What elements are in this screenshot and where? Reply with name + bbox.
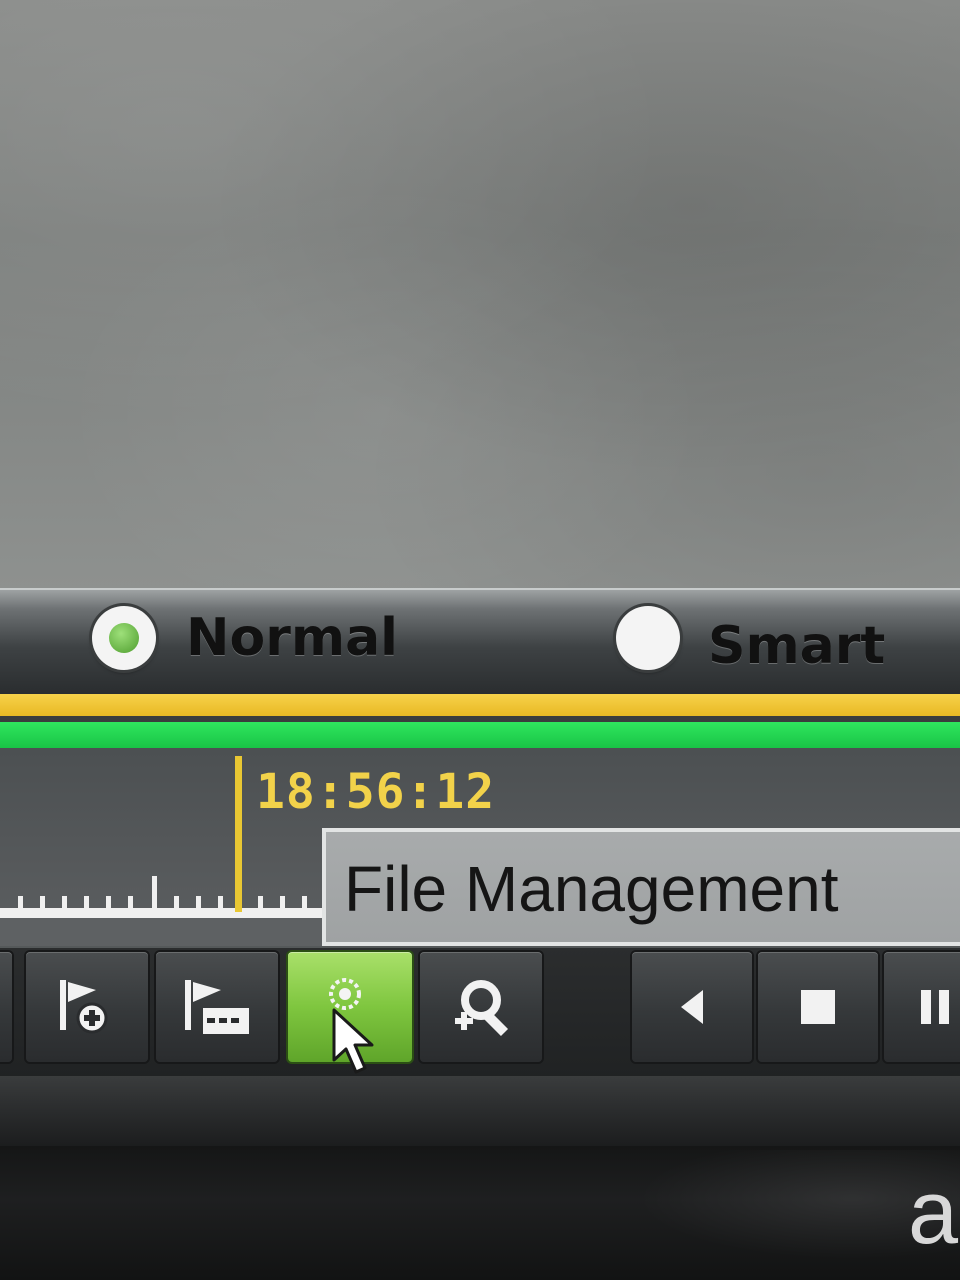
- timeline-base: [0, 918, 330, 948]
- dvr-playback-screen: Normal Smart 18:56:12 File Management a: [0, 0, 960, 1280]
- reverse-play-icon: [681, 990, 703, 1024]
- ruler-tick: [258, 896, 263, 910]
- playhead-line[interactable]: [235, 756, 242, 912]
- ruler-tick: [218, 896, 223, 910]
- pause-icon: [921, 990, 949, 1024]
- bezel-glare: [600, 1150, 960, 1270]
- ruler-tick: [62, 896, 67, 910]
- monitor-bezel-edge: [0, 1076, 960, 1146]
- reverse-play-button[interactable]: [632, 952, 752, 1062]
- ruler-tick: [18, 896, 23, 910]
- monitor-brand-logo: a: [908, 1163, 959, 1263]
- smart-mode-radio[interactable]: [616, 606, 680, 670]
- tooltip-text: File Management: [344, 853, 839, 925]
- stop-icon: [801, 990, 835, 1024]
- tooltip: File Management: [322, 828, 960, 946]
- recording-bar-yellow[interactable]: [0, 694, 960, 716]
- ruler-tick: [302, 896, 307, 910]
- radio-selected-dot: [109, 623, 139, 653]
- partial-toolbar-button[interactable]: [0, 952, 12, 1062]
- normal-mode-label[interactable]: Normal: [186, 608, 398, 668]
- mouse-pointer-icon: [332, 1008, 374, 1074]
- stop-button[interactable]: [758, 952, 878, 1062]
- ruler-tick: [196, 896, 201, 910]
- pause-button[interactable]: [884, 952, 960, 1062]
- ruler-tick: [84, 896, 89, 910]
- add-tag-button[interactable]: [26, 952, 148, 1062]
- ruler-tick-major: [152, 876, 157, 910]
- smart-mode-label[interactable]: Smart: [708, 616, 885, 676]
- zoom-in-button[interactable]: [420, 952, 542, 1062]
- ruler-tick: [40, 896, 45, 910]
- ruler-tick: [106, 896, 111, 910]
- ruler-tick: [128, 896, 133, 910]
- add-tag-icon: [60, 980, 108, 1034]
- playhead-time-label: 18:56:12: [256, 764, 496, 820]
- ruler-tick: [174, 896, 179, 910]
- tag-list-icon: [185, 980, 249, 1034]
- video-playback-area[interactable]: [0, 0, 960, 590]
- recording-bar-green[interactable]: [0, 722, 960, 748]
- tag-list-button[interactable]: [156, 952, 278, 1062]
- normal-mode-radio[interactable]: [92, 606, 156, 670]
- zoom-in-icon: [455, 980, 509, 1037]
- ruler-tick: [280, 896, 285, 910]
